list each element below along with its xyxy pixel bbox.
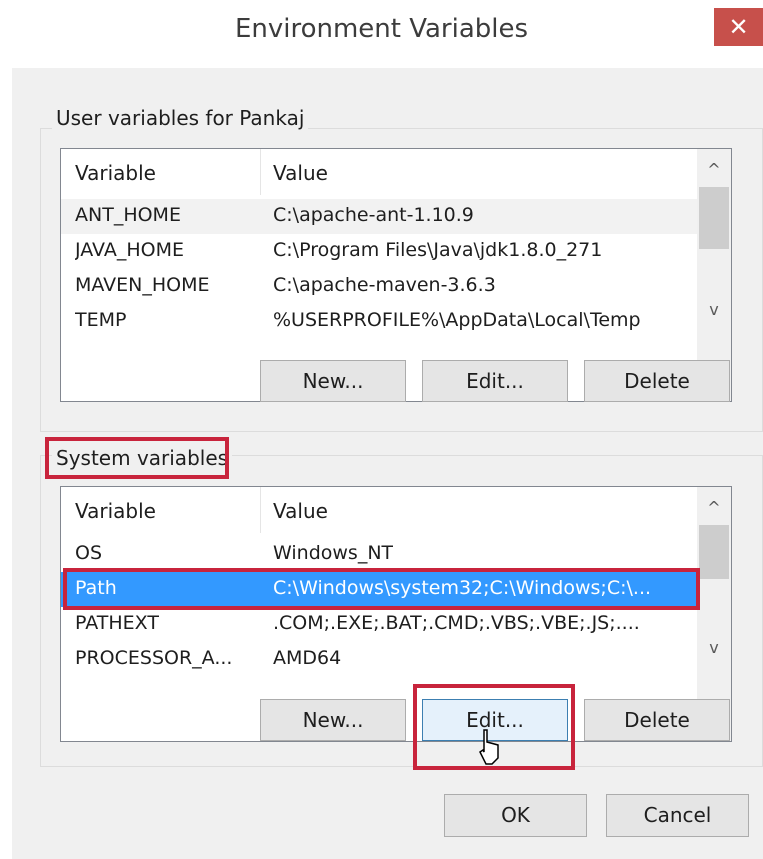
scroll-up-icon[interactable]: ^	[697, 491, 731, 525]
user-edit-button[interactable]: Edit...	[422, 360, 568, 402]
column-header-variable[interactable]: Variable	[75, 499, 156, 523]
value-cell: %USERPROFILE%\AppData\Local\Temp	[273, 309, 641, 331]
column-separator[interactable]	[260, 149, 261, 195]
variable-cell: JAVA_HOME	[75, 239, 184, 261]
dialog-title: Environment Variables	[234, 14, 529, 44]
ok-button[interactable]: OK	[444, 794, 587, 837]
system-new-button[interactable]: New...	[260, 699, 406, 741]
variable-cell: ANT_HOME	[75, 204, 181, 226]
value-cell: C:\apache-maven-3.6.3	[273, 274, 496, 296]
user-delete-button[interactable]: Delete	[584, 360, 730, 402]
title-bar[interactable]: Environment Variables ✕	[0, 0, 763, 68]
environment-variables-dialog: Environment Variables ✕ User variables f…	[0, 0, 763, 859]
user-list-header: Variable Value	[61, 149, 697, 195]
system-variables-highlight	[45, 437, 229, 479]
value-cell: AMD64	[273, 647, 342, 669]
mouse-pointer-icon	[479, 729, 499, 765]
column-header-value[interactable]: Value	[273, 499, 328, 523]
value-cell: C:\apache-ant-1.10.9	[273, 204, 474, 226]
table-row[interactable]: OS Windows_NT	[61, 537, 697, 572]
close-icon: ✕	[728, 13, 749, 41]
variable-cell: PATHEXT	[75, 612, 159, 634]
scroll-thumb[interactable]	[699, 187, 729, 249]
value-cell: Windows_NT	[273, 542, 394, 564]
column-header-variable[interactable]: Variable	[75, 161, 156, 185]
table-row[interactable]: MAVEN_HOME C:\apache-maven-3.6.3	[61, 269, 697, 304]
scroll-up-icon[interactable]: ^	[697, 153, 731, 187]
cancel-button[interactable]: Cancel	[606, 794, 749, 837]
column-header-value[interactable]: Value	[273, 161, 328, 185]
path-row-highlight	[63, 568, 700, 610]
user-new-button[interactable]: New...	[260, 360, 406, 402]
column-separator[interactable]	[260, 487, 261, 533]
dialog-client-area: User variables for Pankaj Variable Value…	[12, 68, 763, 859]
value-cell: C:\Program Files\Java\jdk1.8.0_271	[273, 239, 603, 261]
variable-cell: MAVEN_HOME	[75, 274, 210, 296]
variable-cell: TEMP	[75, 309, 127, 331]
scroll-down-icon[interactable]: v	[697, 631, 731, 665]
table-row[interactable]: TEMP %USERPROFILE%\AppData\Local\Temp	[61, 304, 697, 339]
table-row[interactable]: PROCESSOR_A... AMD64	[61, 642, 697, 677]
table-row[interactable]: PATHEXT .COM;.EXE;.BAT;.CMD;.VBS;.VBE;.J…	[61, 607, 697, 642]
table-row[interactable]: JAVA_HOME C:\Program Files\Java\jdk1.8.0…	[61, 234, 697, 269]
value-cell: .COM;.EXE;.BAT;.CMD;.VBS;.VBE;.JS;....	[273, 612, 640, 634]
scroll-down-icon[interactable]: v	[697, 293, 731, 327]
variable-cell: OS	[75, 542, 103, 564]
scroll-thumb[interactable]	[699, 525, 729, 579]
system-list-header: Variable Value	[61, 487, 697, 533]
user-variables-label: User variables for Pankaj	[52, 105, 309, 131]
close-button[interactable]: ✕	[714, 8, 763, 46]
variable-cell: PROCESSOR_A...	[75, 647, 233, 669]
table-row[interactable]: ANT_HOME C:\apache-ant-1.10.9	[61, 199, 697, 234]
system-delete-button[interactable]: Delete	[584, 699, 730, 741]
